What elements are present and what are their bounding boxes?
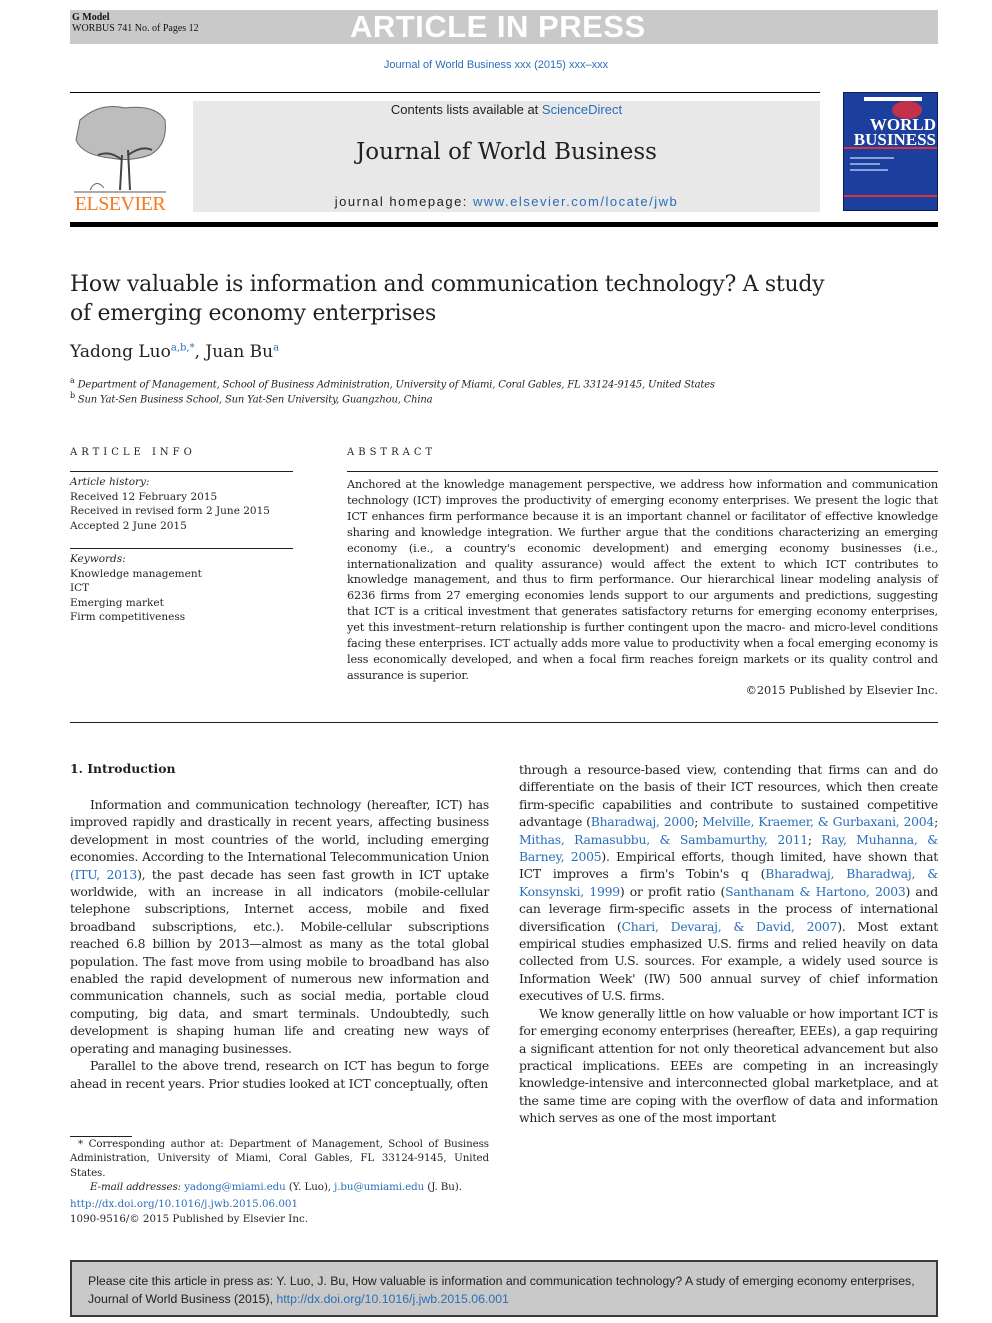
corresponding-author-note: * Corresponding author at: Department of… <box>70 1138 489 1179</box>
cover-text-line <box>850 157 894 159</box>
doi-link[interactable]: http://dx.doi.org/10.1016/j.jwb.2015.06.… <box>70 1198 298 1210</box>
text: ) or profit ratio ( <box>619 883 726 899</box>
homepage-prefix: journal homepage: <box>334 194 474 209</box>
paragraph: We know generally little on how valuable… <box>519 1005 938 1126</box>
model-details: WORBUS 741 No. of Pages 12 <box>72 23 199 34</box>
text: (J. Bu). <box>424 1180 462 1193</box>
abstract-heading: ABSTRACT <box>347 447 437 458</box>
keyword: Firm competitiveness <box>70 611 186 623</box>
cover-red-rule <box>844 147 937 149</box>
history-item: Received in revised form 2 June 2015 <box>70 505 270 517</box>
footnote: * Corresponding author at: Department of… <box>70 1137 489 1194</box>
divider <box>70 471 293 472</box>
citation-link[interactable]: (ITU, 2013 <box>70 867 137 882</box>
author-name[interactable]: Juan Bu <box>205 342 273 362</box>
citation-doi-link[interactable]: http://dx.doi.org/10.1016/j.jwb.2015.06.… <box>276 1292 508 1306</box>
article-in-press-banner: G Model WORBUS 741 No. of Pages 12 ARTIC… <box>70 10 938 44</box>
history-label: Article history: <box>70 476 150 488</box>
text: ), the past decade has seen fast growth … <box>70 866 489 1056</box>
keywords: Keywords: Knowledge management ICT Emerg… <box>70 552 202 625</box>
journal-masthead: Contents lists available at ScienceDirec… <box>193 101 820 212</box>
journal-reference[interactable]: Journal of World Business xxx (2015) xxx… <box>0 59 992 71</box>
keyword: ICT <box>70 582 90 594</box>
affiliation-text: Department of Management, School of Busi… <box>77 379 715 391</box>
cover-red-rule <box>844 195 937 197</box>
email-line: E-mail addresses: yadong@miami.edu (Y. L… <box>70 1180 489 1194</box>
divider <box>347 471 938 472</box>
keyword: Emerging market <box>70 596 164 609</box>
article-title: How valuable is information and communic… <box>70 272 825 326</box>
model-label: G Model <box>72 12 110 23</box>
author-name[interactable]: Yadong Luo <box>70 342 171 362</box>
contents-prefix: Contents lists available at <box>390 102 542 117</box>
text: ; <box>807 831 822 847</box>
paragraph: Parallel to the above trend, research on… <box>70 1058 489 1091</box>
history-item: Accepted 2 June 2015 <box>70 519 187 532</box>
journal-homepage-link[interactable]: www.elsevier.com/locate/jwb <box>473 194 678 209</box>
text: (Y. Luo), <box>285 1180 335 1193</box>
affiliation: b Sun Yat-Sen Business School, Sun Yat-S… <box>70 391 433 406</box>
sciencedirect-link[interactable]: ScienceDirect <box>542 102 622 117</box>
cover-text-line <box>850 169 888 171</box>
affiliation-mark: a <box>70 376 75 385</box>
citation-link[interactable]: Santhanam & Hartono, 2003 <box>725 884 906 899</box>
doi-block: http://dx.doi.org/10.1016/j.jwb.2015.06.… <box>70 1197 308 1227</box>
keywords-label: Keywords: <box>70 553 126 565</box>
author-marks[interactable]: a <box>273 342 279 353</box>
history-item: Received 12 February 2015 <box>70 490 218 503</box>
citation-link[interactable]: Melville, Kraemer, & Gurbaxani, 2004 <box>702 814 934 829</box>
text: ; <box>934 814 938 830</box>
citation-link[interactable]: Chari, Devaraj, & David, 2007 <box>622 919 838 934</box>
citation-link[interactable]: Mithas, Ramasubbu, & Sambamurthy, 2011 <box>519 832 808 847</box>
author-marks[interactable]: a,b,* <box>171 342 195 353</box>
divider <box>70 722 938 723</box>
journal-title: Journal of World Business <box>356 139 657 165</box>
email-link[interactable]: yadong@miami.edu <box>184 1181 286 1193</box>
masthead-bottom-rule <box>70 222 938 227</box>
cover-text-line <box>850 163 880 165</box>
article-status: ARTICLE IN PRESS <box>350 9 646 44</box>
divider <box>70 548 293 549</box>
publisher-wordmark[interactable]: ELSEVIER <box>70 193 170 216</box>
author-list: Yadong Luoa,b,*, Juan Bua <box>70 342 279 362</box>
body-column-right: through a resource-based view, contendin… <box>519 761 938 1127</box>
body-column-left: Information and communication technology… <box>70 796 489 1092</box>
article-info-heading: ARTICLE INFO <box>70 447 196 458</box>
abstract-copyright: ©2015 Published by Elsevier Inc. <box>745 684 938 697</box>
author-separator: , <box>194 342 206 362</box>
citation-box: Please cite this article in press as: Y.… <box>70 1260 938 1317</box>
affiliation-text: Sun Yat-Sen Business School, Sun Yat-Sen… <box>77 394 433 406</box>
affiliation: a Department of Management, School of Bu… <box>70 376 715 390</box>
section-heading: 1. Introduction <box>70 761 176 776</box>
issn-copyright: 1090-9516/© 2015 Published by Elsevier I… <box>70 1213 309 1225</box>
journal-cover-thumbnail[interactable]: WORLD BUSINESS <box>843 92 938 211</box>
text: Information and communication technology… <box>70 797 489 865</box>
email-link[interactable]: j.bu@umiami.edu <box>334 1181 424 1193</box>
affiliation-mark: b <box>70 391 75 400</box>
homepage-line: journal homepage: www.elsevier.com/locat… <box>193 194 820 209</box>
model-info: G Model WORBUS 741 No. of Pages 12 <box>72 12 199 34</box>
cover-title: WORLD BUSINESS <box>848 116 936 148</box>
email-label: E-mail addresses: <box>90 1180 185 1193</box>
keyword: Knowledge management <box>70 567 202 580</box>
citation-link[interactable]: Bharadwaj, 2000 <box>591 814 695 829</box>
paragraph: Information and communication technology… <box>70 796 489 1057</box>
abstract-text: Anchored at the knowledge management per… <box>347 478 938 682</box>
article-history: Article history: Received 12 February 20… <box>70 475 270 533</box>
masthead-top-rule <box>70 92 820 93</box>
paragraph: through a resource-based view, contendin… <box>519 761 938 1005</box>
contents-line: Contents lists available at ScienceDirec… <box>193 102 820 117</box>
cover-strip <box>864 97 922 101</box>
